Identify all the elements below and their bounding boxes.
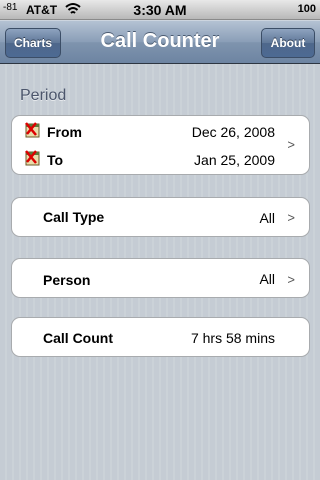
person-group[interactable]: Person All > [11,258,310,298]
person-label: Person [43,272,91,288]
calendar-icon [25,122,40,138]
chevron-right-icon: > [287,210,295,225]
status-bar: -81 AT&T 3:30 AM 100 [0,0,320,20]
to-label: To [47,152,64,168]
call-type-group[interactable]: Call Type All > [11,197,310,237]
battery-level: 100 [297,3,316,15]
chevron-right-icon: > [287,137,295,152]
chevron-right-icon: > [287,272,295,287]
from-label: From [47,124,82,140]
person-row[interactable]: Person All > [12,259,309,297]
to-date: Jan 25, 2009 [194,152,275,168]
calendar-icon [25,150,40,166]
call-count-label: Call Count [43,330,113,346]
from-date: Dec 26, 2008 [191,124,275,140]
clock: 3:30 AM [133,2,187,18]
period-header: Period [20,87,67,104]
call-count-value: 7 hrs 58 mins [190,330,275,346]
navigation-bar: Charts Call Counter About [0,20,320,64]
person-value: All [259,271,275,287]
call-type-value: All [259,210,275,226]
call-type-label: Call Type [43,209,105,225]
call-count-row: Call Count 7 hrs 58 mins [12,318,309,356]
call-type-row[interactable]: Call Type All > [12,198,309,236]
period-row[interactable]: From Dec 26, 2008 To Jan 25, 2009 > [12,116,309,174]
about-button[interactable]: About [261,28,315,58]
period-group[interactable]: From Dec 26, 2008 To Jan 25, 2009 > [11,115,310,175]
call-count-group: Call Count 7 hrs 58 mins [11,317,310,357]
